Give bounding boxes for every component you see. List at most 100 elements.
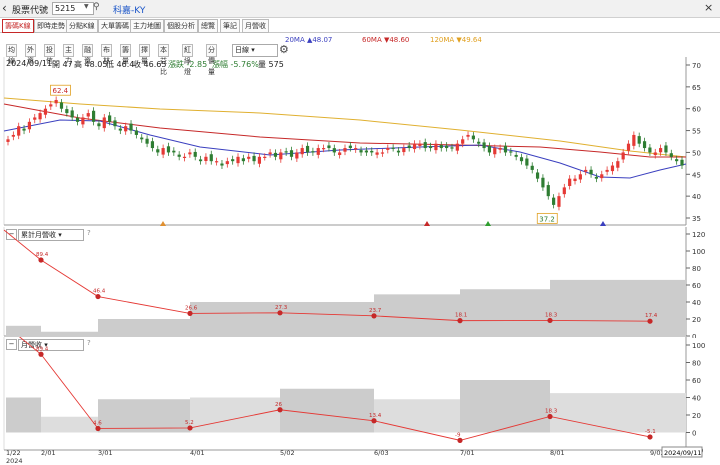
tab-main-force-map[interactable]: 主力地圖 bbox=[130, 19, 164, 33]
candle-body bbox=[268, 152, 272, 155]
candle-body bbox=[81, 117, 85, 125]
candle-body bbox=[573, 178, 577, 182]
revenue-point bbox=[457, 437, 463, 443]
axis-tick-label: 40 bbox=[692, 395, 701, 403]
candle-body bbox=[648, 147, 652, 153]
revenue-bar bbox=[190, 397, 280, 433]
candle-body bbox=[354, 148, 358, 150]
candle-body bbox=[38, 113, 42, 120]
signal-marker bbox=[160, 221, 166, 226]
btn-pe[interactable]: 本益比 bbox=[158, 44, 169, 76]
revenue-bar bbox=[460, 380, 550, 433]
candle-body bbox=[541, 177, 545, 188]
tab-realtime[interactable]: 即時走勢 bbox=[34, 19, 68, 33]
date-tick-label: 6/03 bbox=[374, 449, 389, 457]
candle-body bbox=[161, 148, 165, 155]
btn-price-volume[interactable]: 分價量 bbox=[206, 44, 217, 76]
chevron-left-icon[interactable]: ‹ bbox=[2, 1, 7, 15]
revenue-point-label: 4.6 bbox=[93, 420, 102, 426]
candle-body bbox=[236, 156, 240, 164]
candle-body bbox=[466, 134, 470, 137]
btn-traffic-light[interactable]: 紅綠燈 bbox=[182, 44, 193, 76]
candle-body bbox=[332, 148, 336, 153]
candle-body bbox=[204, 156, 208, 161]
candle-body bbox=[482, 142, 486, 149]
price-tick-label: 35 bbox=[692, 215, 701, 223]
candle-body bbox=[6, 139, 10, 142]
candle-body bbox=[653, 152, 657, 156]
btn-bollinger[interactable]: 布林 bbox=[101, 44, 112, 65]
candle-body bbox=[637, 136, 641, 144]
date-tick-label: 4/01 bbox=[190, 449, 205, 457]
gear-icon[interactable]: ⚙ bbox=[279, 43, 289, 56]
candle-body bbox=[412, 143, 417, 150]
candle-body bbox=[166, 146, 171, 153]
btn-select-volume[interactable]: 擇量 bbox=[139, 44, 150, 65]
candle-body bbox=[343, 148, 347, 152]
tab-big-order[interactable]: 大單籌碼 bbox=[98, 19, 132, 33]
candle-body bbox=[514, 154, 518, 157]
stock-name: 科嘉-KY bbox=[113, 6, 146, 16]
tab-notes[interactable]: 筆記 bbox=[220, 19, 240, 33]
btn-foreign[interactable]: 外資 bbox=[25, 44, 36, 65]
revenue-point-label: 5.2 bbox=[185, 420, 194, 426]
price-tick-label: 45 bbox=[692, 171, 701, 179]
revenue-point-label: 89.4 bbox=[36, 252, 49, 258]
tab-monthly-revenue[interactable]: 月營收 bbox=[242, 19, 269, 33]
candle-body bbox=[445, 145, 449, 149]
candle-body bbox=[43, 108, 48, 115]
candle-body bbox=[305, 145, 310, 153]
btn-chip-volume[interactable]: 籌量 bbox=[120, 44, 131, 65]
candle-body bbox=[455, 143, 459, 151]
signal-marker bbox=[600, 221, 606, 226]
candle-body bbox=[231, 159, 235, 162]
axis-tick-label: 0 bbox=[692, 430, 696, 438]
tab-chip-kline[interactable]: 籌碼K線 bbox=[2, 19, 34, 33]
candle-body bbox=[279, 152, 283, 160]
candle-body bbox=[220, 163, 224, 166]
price-chart[interactable]: 70 65 60 55 50 45 40 35 62.4 37.2 bbox=[0, 57, 720, 227]
revenue-point-label: 18.3 bbox=[545, 408, 558, 414]
chevron-down-icon[interactable]: ▼ bbox=[84, 3, 89, 10]
revenue-point bbox=[647, 434, 653, 440]
candle-body bbox=[396, 150, 401, 153]
btn-ma[interactable]: 均線 bbox=[6, 44, 17, 65]
tab-branch-kline[interactable]: 分點K線 bbox=[66, 19, 98, 33]
candle-body bbox=[578, 174, 582, 180]
axis-tick-label: 60 bbox=[692, 377, 701, 385]
candle-body bbox=[605, 169, 609, 172]
candle-body bbox=[215, 161, 219, 163]
candle-body bbox=[241, 158, 245, 162]
date-tick-year: 2024 bbox=[6, 457, 23, 465]
close-icon[interactable]: × bbox=[704, 1, 713, 14]
tab-overview[interactable]: 總覽 bbox=[198, 19, 218, 33]
candle-body bbox=[247, 156, 251, 159]
axis-tick-label: 20 bbox=[692, 412, 701, 420]
candle-body bbox=[519, 157, 524, 162]
btn-main-force[interactable]: 主力 bbox=[63, 44, 74, 65]
candle-body bbox=[428, 146, 433, 149]
btn-trust[interactable]: 投信 bbox=[44, 44, 55, 65]
revenue-point bbox=[187, 425, 193, 431]
tab-stock-analysis[interactable]: 個股分析 bbox=[164, 19, 198, 33]
search-icon[interactable]: ⚲ bbox=[93, 2, 100, 12]
period-select[interactable]: 日線 ▾ bbox=[232, 44, 278, 57]
candle-body bbox=[33, 117, 37, 120]
revenue-bar bbox=[650, 279, 686, 336]
revenue-bar bbox=[374, 399, 460, 433]
axis-tick-label: 80 bbox=[692, 265, 701, 273]
revenue-point-label: 18.3 bbox=[545, 312, 558, 318]
revenue-point bbox=[547, 413, 553, 420]
candle-body bbox=[263, 156, 267, 158]
candle-body bbox=[386, 148, 390, 150]
date-tick-label: 2/01 bbox=[41, 449, 56, 457]
revenue-point bbox=[457, 318, 463, 324]
btn-margin[interactable]: 融資 bbox=[82, 44, 93, 65]
candle-body bbox=[86, 113, 90, 117]
revenue-point-label: 27.3 bbox=[275, 305, 288, 311]
candle-body bbox=[600, 174, 604, 179]
top-bar: ‹ 股票代號 5215 ▼ ⚲ 科嘉-KY × bbox=[0, 0, 720, 18]
signal-marker bbox=[424, 221, 430, 226]
candle-body bbox=[626, 143, 631, 151]
date-tick-label: 7/01 bbox=[460, 449, 475, 457]
